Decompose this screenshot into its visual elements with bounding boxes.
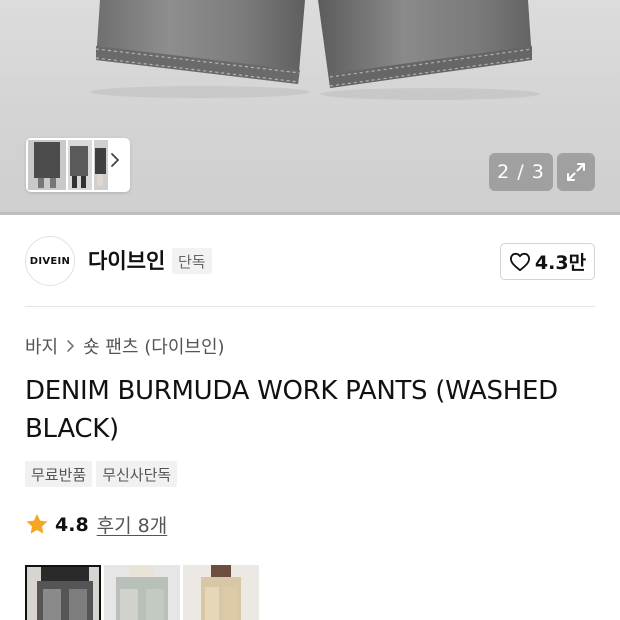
expand-button[interactable] (557, 153, 595, 191)
like-button[interactable]: 4.3만 (500, 243, 595, 280)
chevron-right-icon (66, 339, 75, 353)
breadcrumb-subcategory[interactable]: 숏 팬츠 (다이브인) (83, 333, 224, 359)
variant-thumb-beige[interactable] (183, 565, 259, 620)
tag-free-return: 무료반품 (25, 461, 93, 487)
color-variants (25, 565, 259, 620)
product-image-hero[interactable]: 2 / 3 (0, 0, 620, 214)
image-counter: 2 / 3 (489, 153, 553, 191)
review-count-link[interactable]: 후기 8개 (97, 511, 168, 538)
exclusive-badge: 단독 (172, 248, 212, 274)
brand-name[interactable]: 다이브인 (88, 245, 165, 275)
breadcrumb-category[interactable]: 바지 (25, 333, 58, 359)
section-divider (25, 306, 595, 307)
variant-thumb-washed-blue[interactable] (104, 565, 180, 620)
expand-icon (567, 163, 585, 181)
variant-thumb-washed-black[interactable] (25, 565, 101, 620)
brand-logo-text: DIVEIN (29, 255, 71, 267)
thumbnail-strip[interactable] (26, 138, 130, 192)
product-title: DENIM BURMUDA WORK PANTS (WASHED BLACK) (25, 376, 558, 444)
tag-musinsa-exclusive: 무신사단독 (96, 461, 178, 487)
product-tags: 무료반품 무신사단독 (25, 461, 178, 487)
brand-logo[interactable]: DIVEIN (25, 236, 75, 286)
chevron-right-icon[interactable] (110, 152, 128, 178)
rating-value: 4.8 (55, 513, 89, 536)
heart-outline-icon (509, 252, 530, 271)
like-count: 4.3만 (534, 252, 587, 274)
rating-row: 4.8 후기 8개 (25, 511, 167, 538)
hero-divider (0, 212, 620, 215)
breadcrumb: 바지 숏 팬츠 (다이브인) (25, 333, 225, 359)
star-icon (26, 514, 48, 534)
